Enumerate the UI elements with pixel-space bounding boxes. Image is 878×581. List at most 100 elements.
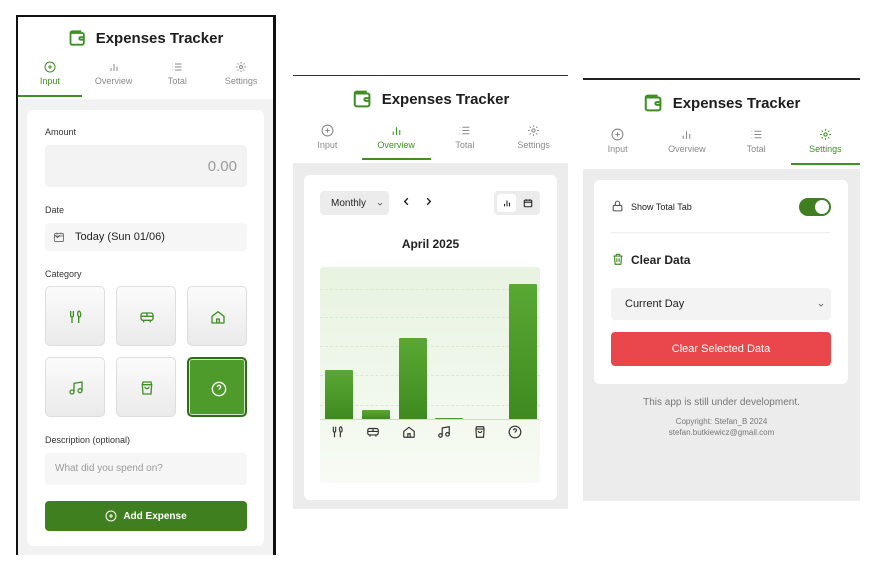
copyright-text: Copyright: Stefan_B 2024	[675, 417, 768, 426]
tab-bar: Input Overview Total Settings	[18, 57, 273, 97]
category-other[interactable]	[187, 357, 247, 417]
category-transport[interactable]	[116, 286, 176, 346]
bus-icon	[140, 312, 154, 323]
amount-input[interactable]: 0.00	[45, 145, 247, 187]
dev-note: This app is still under development.	[643, 397, 800, 408]
date-label: Date	[45, 205, 65, 215]
overview-card: Monthly April 2025	[304, 175, 557, 500]
description-placeholder: What did you spend on?	[55, 463, 163, 474]
input-form-card: Amount 0.00 Date Today (Sun 01/06) Categ…	[27, 110, 264, 546]
utensils-icon	[70, 310, 82, 323]
home-icon	[211, 310, 225, 324]
tab-total[interactable]: Total	[146, 57, 210, 97]
month-title: April 2025	[401, 237, 460, 251]
clear-range-value: Current Day	[625, 298, 685, 310]
show-total-toggle[interactable]	[799, 198, 831, 216]
tab-overview[interactable]: Overview	[361, 120, 431, 160]
period-select[interactable]: Monthly	[320, 191, 389, 215]
app-title: Expenses Tracker	[381, 90, 510, 108]
app-title-row: Expenses Tracker	[18, 17, 273, 49]
category-shopping[interactable]	[116, 357, 176, 417]
date-value: Today (Sun 01/06)	[75, 231, 165, 243]
app-title-row: Expenses Tracker	[583, 80, 860, 114]
lock-icon	[612, 200, 623, 212]
app-header: Expenses Tracker Input Overview Total Se…	[583, 80, 860, 169]
tab-total[interactable]: Total	[431, 120, 500, 160]
tab-input[interactable]: Input	[583, 124, 652, 165]
tab-settings[interactable]: Settings	[209, 57, 273, 97]
wallet-icon	[353, 90, 371, 108]
clear-selected-data-button[interactable]: Clear Selected Data	[611, 332, 831, 366]
clear-range-select[interactable]: Current Day	[611, 288, 831, 320]
list-icon	[172, 63, 182, 71]
chevron-down-icon	[54, 235, 61, 239]
shopping-bag-icon	[475, 426, 485, 438]
wallet-icon	[644, 94, 662, 112]
category-entertainment[interactable]	[45, 357, 105, 417]
plus-circle-icon	[44, 61, 56, 73]
description-label: Description (optional)	[45, 435, 131, 445]
gear-icon	[819, 129, 831, 140]
amount-label: Amount	[45, 127, 77, 137]
question-icon	[211, 381, 227, 397]
divider	[611, 232, 831, 233]
tab-overview[interactable]: Overview	[82, 57, 146, 97]
bar-home	[398, 337, 427, 419]
gear-icon	[236, 62, 247, 72]
date-select[interactable]: Today (Sun 01/06)	[45, 223, 247, 251]
add-expense-button[interactable]: Add Expense	[45, 501, 247, 531]
tab-input[interactable]: Input	[293, 120, 362, 160]
settings-screen: Expenses Tracker Input Overview Total Se…	[583, 78, 860, 501]
list-icon	[751, 130, 761, 139]
plus-circle-icon	[105, 510, 117, 522]
calendar-view-button[interactable]	[518, 194, 537, 212]
app-header: Expenses Tracker Input Overview Total Se…	[293, 76, 568, 163]
gridline	[320, 317, 540, 318]
bar-music	[435, 418, 464, 419]
tab-bar: Input Overview Total Settings	[583, 124, 860, 165]
period-value: Monthly	[331, 198, 367, 209]
list-icon	[460, 126, 470, 135]
chevron-down-icon	[377, 202, 383, 206]
tab-settings[interactable]: Settings	[790, 124, 860, 165]
category-home[interactable]	[187, 286, 247, 346]
question-icon	[508, 425, 522, 439]
overview-screen: Expenses Tracker Input Overview Total Se…	[293, 75, 568, 509]
bar-utensils	[325, 370, 354, 419]
view-toggle	[494, 191, 540, 215]
app-title-row: Expenses Tracker	[293, 76, 568, 110]
trash-icon	[613, 253, 623, 265]
gear-icon	[528, 125, 540, 136]
description-input[interactable]: What did you spend on?	[45, 453, 247, 485]
plus-circle-icon	[321, 124, 334, 137]
tab-bar: Input Overview Total Settings	[293, 120, 568, 160]
category-food[interactable]	[45, 286, 105, 346]
music-icon	[69, 381, 83, 395]
wallet-icon	[69, 30, 85, 46]
expense-bar-chart	[320, 267, 540, 483]
gridline	[320, 346, 540, 347]
plus-circle-icon	[611, 128, 624, 141]
utensils-icon	[332, 426, 343, 438]
bar-chart-icon	[392, 127, 400, 135]
settings-card: Show Total Tab Clear Data Current Day Cl…	[594, 180, 848, 384]
gridline	[320, 289, 540, 290]
bar-view-button[interactable]	[497, 194, 516, 212]
bar-chart-icon	[110, 64, 118, 71]
home-icon	[403, 426, 415, 438]
bar-question	[508, 283, 537, 419]
shopping-bag-icon	[141, 381, 153, 395]
tab-settings[interactable]: Settings	[499, 120, 568, 160]
tab-input[interactable]: Input	[18, 57, 82, 97]
bar-bus	[362, 409, 390, 419]
chevron-right-icon[interactable]	[423, 196, 434, 207]
tab-total[interactable]: Total	[722, 124, 791, 165]
app-title: Expenses Tracker	[672, 94, 801, 112]
app-header: Expenses Tracker Input Overview Total Se…	[18, 17, 273, 99]
amount-value: 0.00	[207, 158, 237, 175]
input-screen: Expenses Tracker Input Overview Total Se…	[16, 15, 276, 555]
chevron-left-icon[interactable]	[401, 196, 412, 207]
bar-chart-icon	[503, 200, 511, 207]
tab-overview[interactable]: Overview	[652, 124, 721, 165]
bar-chart-icon	[683, 131, 691, 139]
